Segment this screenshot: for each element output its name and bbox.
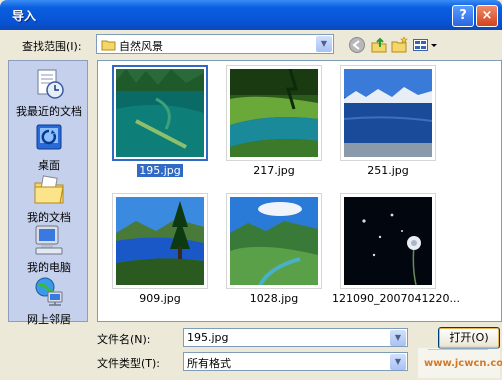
place-desktop[interactable]: 桌面 bbox=[9, 121, 89, 173]
file-type-value: 所有格式 bbox=[187, 357, 231, 370]
network-places-icon bbox=[35, 277, 63, 306]
file-type-dropdown[interactable]: 所有格式 ▼ bbox=[183, 352, 408, 371]
river-thumbnail-image bbox=[230, 69, 318, 157]
my-documents-icon bbox=[34, 175, 64, 204]
look-in-value: 自然风景 bbox=[119, 40, 163, 53]
place-network[interactable]: 网上邻居 bbox=[9, 275, 89, 327]
file-name-label: 文件名(N): bbox=[97, 333, 151, 346]
folder-icon bbox=[101, 38, 116, 54]
thumbnail[interactable] bbox=[226, 65, 322, 161]
up-folder-button[interactable] bbox=[370, 36, 388, 54]
new-folder-button[interactable] bbox=[390, 36, 408, 54]
close-button[interactable]: × bbox=[476, 5, 498, 27]
import-dialog: 导入 ? × 查找范围(I): 自然风景 ▼ 我最近的文档 桌面 我的文档 我的… bbox=[0, 0, 502, 380]
mountain-lake-thumbnail-image bbox=[344, 69, 432, 157]
place-label: 桌面 bbox=[38, 159, 60, 172]
valley-lake-thumbnail-image bbox=[116, 197, 204, 285]
views-grid-icon bbox=[413, 39, 437, 51]
places-bar: 我最近的文档 桌面 我的文档 我的电脑 网上邻居 bbox=[8, 60, 89, 326]
file-list-view[interactable]: 195.jpg 217.jpg 251.jpg 909.jpg 1028.jpg… bbox=[97, 60, 502, 322]
thumbnail[interactable] bbox=[340, 193, 436, 289]
chevron-down-icon[interactable]: ▼ bbox=[390, 330, 406, 346]
title-bar[interactable]: 导入 ? × bbox=[0, 0, 502, 30]
desktop-icon bbox=[36, 124, 62, 150]
file-name[interactable]: 195.jpg bbox=[104, 163, 216, 178]
hills-thumbnail-image bbox=[230, 197, 318, 285]
lake-thumbnail-image bbox=[116, 69, 204, 157]
place-my-documents[interactable]: 我的文档 bbox=[9, 173, 89, 225]
file-name-field[interactable]: 195.jpg ▼ bbox=[183, 328, 408, 347]
thumbnail[interactable] bbox=[112, 65, 208, 161]
thumbnail[interactable] bbox=[340, 65, 436, 161]
place-my-computer[interactable]: 我的电脑 bbox=[9, 223, 89, 275]
new-folder-icon bbox=[391, 36, 408, 53]
file-type-label: 文件类型(T): bbox=[97, 357, 161, 370]
recent-documents-icon bbox=[37, 69, 64, 99]
file-name[interactable]: 217.jpg bbox=[218, 164, 330, 177]
file-name[interactable]: 909.jpg bbox=[104, 292, 216, 305]
dandelion-thumbnail-image bbox=[344, 197, 432, 285]
help-button[interactable]: ? bbox=[452, 5, 474, 27]
back-button[interactable] bbox=[348, 36, 366, 54]
my-computer-icon bbox=[35, 225, 63, 255]
place-label: 我最近的文档 bbox=[16, 105, 82, 118]
view-menu-button[interactable] bbox=[412, 36, 438, 54]
place-label: 网上邻居 bbox=[27, 313, 71, 326]
up-folder-icon bbox=[371, 37, 387, 53]
open-button[interactable]: 打开(O) bbox=[438, 327, 500, 349]
file-name[interactable]: 1028.jpg bbox=[218, 292, 330, 305]
back-arrow-icon bbox=[349, 37, 365, 53]
file-name-value: 195.jpg bbox=[187, 331, 229, 344]
file-name[interactable]: 121090_2007041220... bbox=[332, 292, 460, 305]
place-recent-documents[interactable]: 我最近的文档 bbox=[9, 67, 89, 119]
watermark-text: www.jcwcn.com bbox=[424, 358, 502, 369]
thumbnail[interactable] bbox=[226, 193, 322, 289]
place-label: 我的电脑 bbox=[27, 261, 71, 274]
chevron-down-icon[interactable]: ▼ bbox=[390, 354, 406, 370]
look-in-label: 查找范围(I): bbox=[22, 40, 82, 53]
chevron-down-icon[interactable]: ▼ bbox=[316, 36, 332, 52]
window-title: 导入 bbox=[12, 9, 37, 23]
watermark-line bbox=[428, 349, 488, 356]
look-in-dropdown[interactable]: 自然风景 ▼ bbox=[96, 34, 334, 54]
thumbnail[interactable] bbox=[112, 193, 208, 289]
file-name[interactable]: 251.jpg bbox=[332, 164, 444, 177]
